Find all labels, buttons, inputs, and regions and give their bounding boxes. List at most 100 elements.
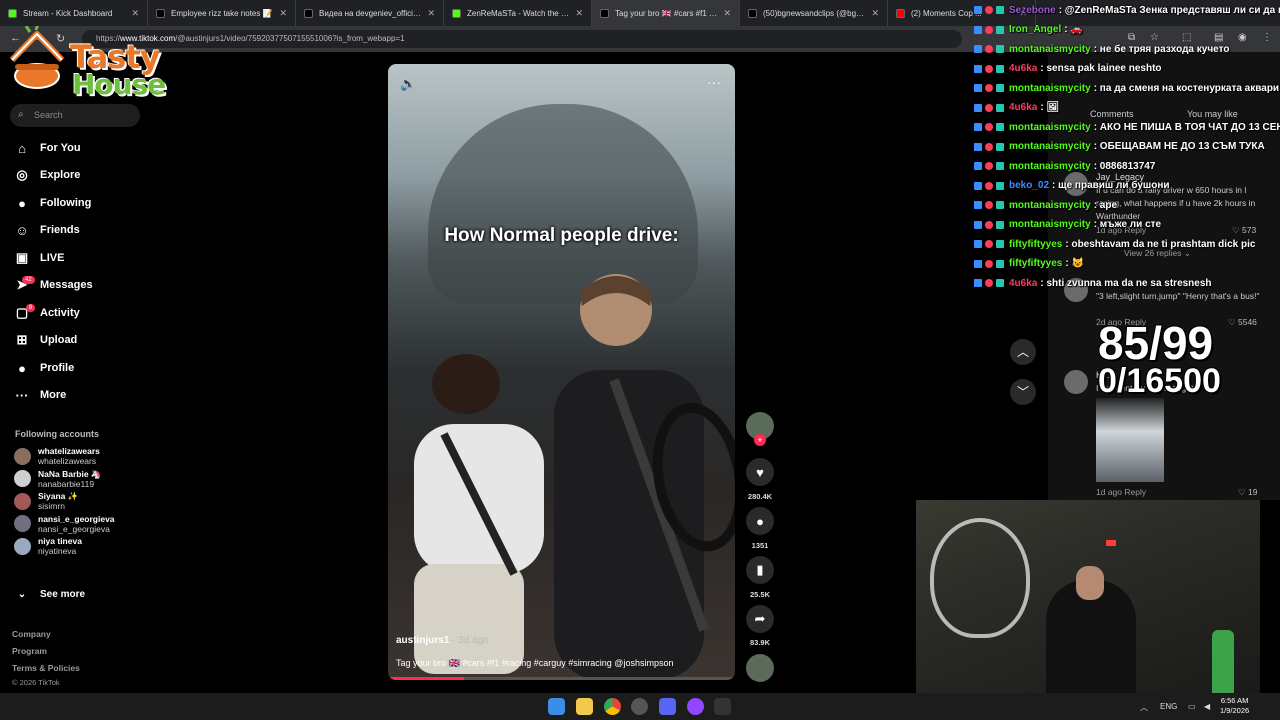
like-button[interactable]: ♥ bbox=[746, 458, 774, 486]
see-more-button[interactable]: ⌄ See more bbox=[14, 584, 85, 604]
tab-close-icon[interactable]: ✕ bbox=[723, 8, 731, 19]
chat-username[interactable]: montanaismycity bbox=[1009, 200, 1091, 211]
sidebar-item-upload[interactable]: ⊞ Upload bbox=[14, 330, 78, 350]
comment-like-count[interactable]: ♡ 5546 bbox=[1228, 317, 1257, 328]
chat-username[interactable]: fiftyfiftyyes bbox=[1009, 258, 1062, 269]
more-options-icon[interactable]: ··· bbox=[707, 74, 721, 90]
url-field[interactable]: https://www.tiktok.com/@austinjurs1/vide… bbox=[82, 30, 962, 48]
chat-username[interactable]: montanaismycity bbox=[1009, 83, 1091, 94]
following-account[interactable]: niya tineva niyatineva bbox=[14, 534, 82, 558]
sidebar-item-explore[interactable]: ◎ Explore bbox=[14, 165, 80, 185]
video-age: · 3d ago bbox=[452, 635, 489, 646]
sidebar-item-following[interactable]: ● Following bbox=[14, 193, 91, 213]
save-button[interactable]: ▮ bbox=[746, 556, 774, 584]
chat-username[interactable]: montanaismycity bbox=[1009, 141, 1091, 152]
comment-like-value: 5546 bbox=[1237, 317, 1257, 327]
browser-tab[interactable]: Видеа на devgeniev_official (@ ✕ bbox=[296, 0, 444, 26]
tab-close-icon[interactable]: ✕ bbox=[871, 8, 879, 19]
video-author[interactable]: austinjurs1 · 3d ago bbox=[396, 635, 489, 646]
chat-username[interactable]: montanaismycity bbox=[1009, 219, 1091, 230]
twitch-icon[interactable] bbox=[687, 698, 704, 715]
sidebar-item-activity[interactable]: ▢ Activity bbox=[14, 303, 80, 323]
comment-avatar[interactable] bbox=[1064, 370, 1088, 394]
tab-you-may-like[interactable]: You may like bbox=[1187, 109, 1238, 119]
video-progress-bar[interactable] bbox=[388, 677, 735, 680]
chat-text: : АКО НЕ ПИША В ТОЯ ЧАТ ДО 13 СЕН bbox=[1093, 121, 1280, 133]
chat-text: : obeshtavam da ne ti prashtam dick pic bbox=[1065, 238, 1256, 250]
sidebar-item-friends[interactable]: ☺ Friends bbox=[14, 220, 79, 240]
chat-username[interactable]: Sezebone bbox=[1009, 5, 1056, 16]
sidebar-item-label: For You bbox=[40, 142, 81, 154]
footer-copyright: © 2026 TikTok bbox=[12, 678, 60, 687]
obs-icon[interactable] bbox=[631, 698, 648, 715]
browser-tab[interactable]: ZenReMaSTa - Watch the VOD ✕ bbox=[444, 0, 592, 26]
tab-close-icon[interactable]: ✕ bbox=[575, 8, 583, 19]
discord-icon[interactable] bbox=[659, 698, 676, 715]
video-player[interactable]: How Normal people drive: 🔈 ··· austinjur… bbox=[388, 64, 735, 680]
sidebar-item-label: More bbox=[40, 389, 67, 401]
volume-tray-icon[interactable]: ◀ bbox=[1204, 702, 1210, 711]
tab-comments[interactable]: Comments bbox=[1090, 109, 1134, 119]
menu-icon[interactable]: ⋮ bbox=[1262, 32, 1272, 43]
footer-company-link[interactable]: Company bbox=[12, 629, 51, 639]
tab-close-icon[interactable]: ✕ bbox=[131, 8, 139, 19]
badge-icon bbox=[996, 103, 1004, 112]
browser-tab[interactable]: (50)bgnewsandclips (@bgnew ✕ bbox=[740, 0, 888, 26]
house-logo-icon bbox=[9, 26, 65, 89]
following-account[interactable]: NaNa Barbie 🦄 nanabarbie119 bbox=[14, 467, 102, 491]
search-input[interactable]: ⌕ Search bbox=[10, 104, 140, 127]
following-account[interactable]: whatelizawears whatelizawears bbox=[14, 444, 100, 468]
author-name[interactable]: austinjurs1 bbox=[396, 635, 449, 646]
browser-tab[interactable]: Employee rizz take notes 📝 ✕ bbox=[148, 0, 296, 26]
sidebar-item-label: Messages bbox=[40, 279, 93, 291]
chat-username[interactable]: 4u6ka bbox=[1009, 278, 1037, 289]
profile-icon[interactable]: ◉ bbox=[1238, 32, 1247, 43]
sidebar-item-live[interactable]: ▣ LIVE bbox=[14, 248, 65, 268]
terminal-icon[interactable] bbox=[714, 698, 731, 715]
comment-like-count[interactable]: ♡ 19 bbox=[1238, 487, 1257, 498]
profile-avatar-icon: ● bbox=[18, 360, 26, 376]
chat-username[interactable]: montanaismycity bbox=[1009, 122, 1091, 133]
tab-close-icon[interactable]: ✕ bbox=[427, 8, 435, 19]
share-button[interactable]: ➦ bbox=[746, 605, 774, 633]
following-account[interactable]: nansi_e_georgieva nansi_e_georgieva bbox=[14, 512, 115, 536]
network-icon[interactable]: ▭ bbox=[1188, 702, 1196, 711]
follow-plus-icon[interactable]: + bbox=[754, 434, 766, 446]
comment-like-count[interactable]: ♡ 573 bbox=[1232, 225, 1256, 236]
chat-username[interactable]: Iron_Angel bbox=[1009, 24, 1061, 35]
chat-username[interactable]: fiftyfiftyyes bbox=[1009, 239, 1062, 250]
sidebar-item-for-you[interactable]: ⌂ For You bbox=[14, 138, 81, 158]
sidebar-item-more[interactable]: ··· More bbox=[14, 385, 67, 405]
badge-icon bbox=[985, 45, 993, 53]
previous-video-button[interactable]: ︿ bbox=[1010, 339, 1036, 365]
footer-program-link[interactable]: Program bbox=[12, 646, 47, 656]
tab-title: Stream - Kick Dashboard bbox=[23, 8, 113, 18]
comment-text: "3 left,slight turn,jump" "Henry that's … bbox=[1096, 291, 1260, 301]
chat-username[interactable]: montanaismycity bbox=[1009, 44, 1091, 55]
volume-icon[interactable]: 🔈 bbox=[400, 76, 416, 92]
footer-terms-link[interactable]: Terms & Policies bbox=[12, 663, 80, 673]
tab-close-icon[interactable]: ✕ bbox=[279, 8, 287, 19]
comment-image[interactable] bbox=[1096, 398, 1164, 482]
chat-username[interactable]: 4u6ka bbox=[1009, 63, 1037, 74]
windows-start-icon[interactable] bbox=[548, 698, 565, 715]
file-explorer-icon[interactable] bbox=[576, 698, 593, 715]
bookmark-icon: ▮ bbox=[756, 562, 764, 577]
music-disc-icon[interactable] bbox=[746, 654, 774, 682]
taskbar-clock[interactable]: 6:56 AM 1/9/2026 bbox=[1220, 696, 1249, 716]
browser-tab[interactable]: Tag your bro 🇬🇧 #cars #f1 #racin ✕ bbox=[592, 0, 740, 26]
comment-button[interactable]: ● bbox=[746, 507, 774, 535]
comment-meta[interactable]: 1d ago Reply bbox=[1096, 487, 1146, 497]
language-indicator[interactable]: ENG bbox=[1160, 702, 1177, 711]
following-account[interactable]: Siyana ✨ sisimrn bbox=[14, 489, 78, 513]
browser-tab[interactable]: Stream - Kick Dashboard ✕ bbox=[0, 0, 148, 26]
chat-username[interactable]: 4u6ka bbox=[1009, 102, 1037, 113]
chrome-icon[interactable] bbox=[604, 698, 621, 715]
sidebar-item-profile[interactable]: ● Profile bbox=[14, 358, 74, 378]
chat-message: montanaismycity: ape bbox=[974, 197, 1117, 213]
tab-favicon-icon bbox=[8, 8, 17, 18]
chat-username[interactable]: montanaismycity bbox=[1009, 161, 1091, 172]
next-video-button[interactable]: ﹀ bbox=[1010, 379, 1036, 405]
tray-chevron-up-icon[interactable]: ︿ bbox=[1140, 702, 1148, 713]
chat-username[interactable]: beko_02 bbox=[1009, 180, 1049, 191]
